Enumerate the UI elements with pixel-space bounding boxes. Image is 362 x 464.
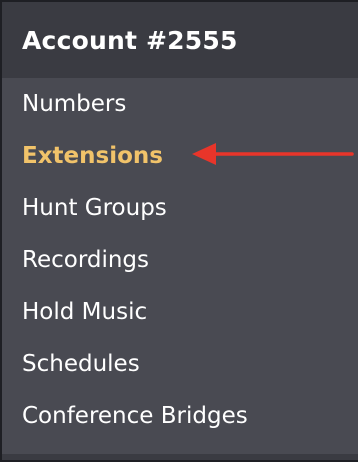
- account-menu: Numbers Extensions Hunt Groups Recording…: [2, 78, 358, 442]
- menu-item-numbers[interactable]: Numbers: [2, 78, 358, 130]
- menu-item-hold-music[interactable]: Hold Music: [2, 286, 358, 338]
- menu-item-label: Hold Music: [22, 299, 148, 325]
- menu-item-conference-bridges[interactable]: Conference Bridges: [2, 390, 358, 442]
- account-header: Account #2555: [2, 2, 358, 78]
- account-sidebar-panel: Account #2555 Numbers Extensions Hunt Gr…: [0, 0, 358, 462]
- menu-item-label: Conference Bridges: [22, 403, 248, 429]
- account-title: Account #2555: [22, 25, 238, 55]
- menu-item-label: Recordings: [22, 247, 150, 273]
- menu-item-label: Hunt Groups: [22, 195, 167, 221]
- menu-item-recordings[interactable]: Recordings: [2, 234, 358, 286]
- menu-item-label: Extensions: [22, 143, 163, 169]
- menu-item-label: Schedules: [22, 351, 140, 377]
- bottom-divider: [2, 454, 358, 460]
- red-arrow-left-icon: [192, 143, 354, 165]
- menu-item-label: Numbers: [22, 91, 127, 117]
- menu-item-schedules[interactable]: Schedules: [2, 338, 358, 390]
- menu-item-hunt-groups[interactable]: Hunt Groups: [2, 182, 358, 234]
